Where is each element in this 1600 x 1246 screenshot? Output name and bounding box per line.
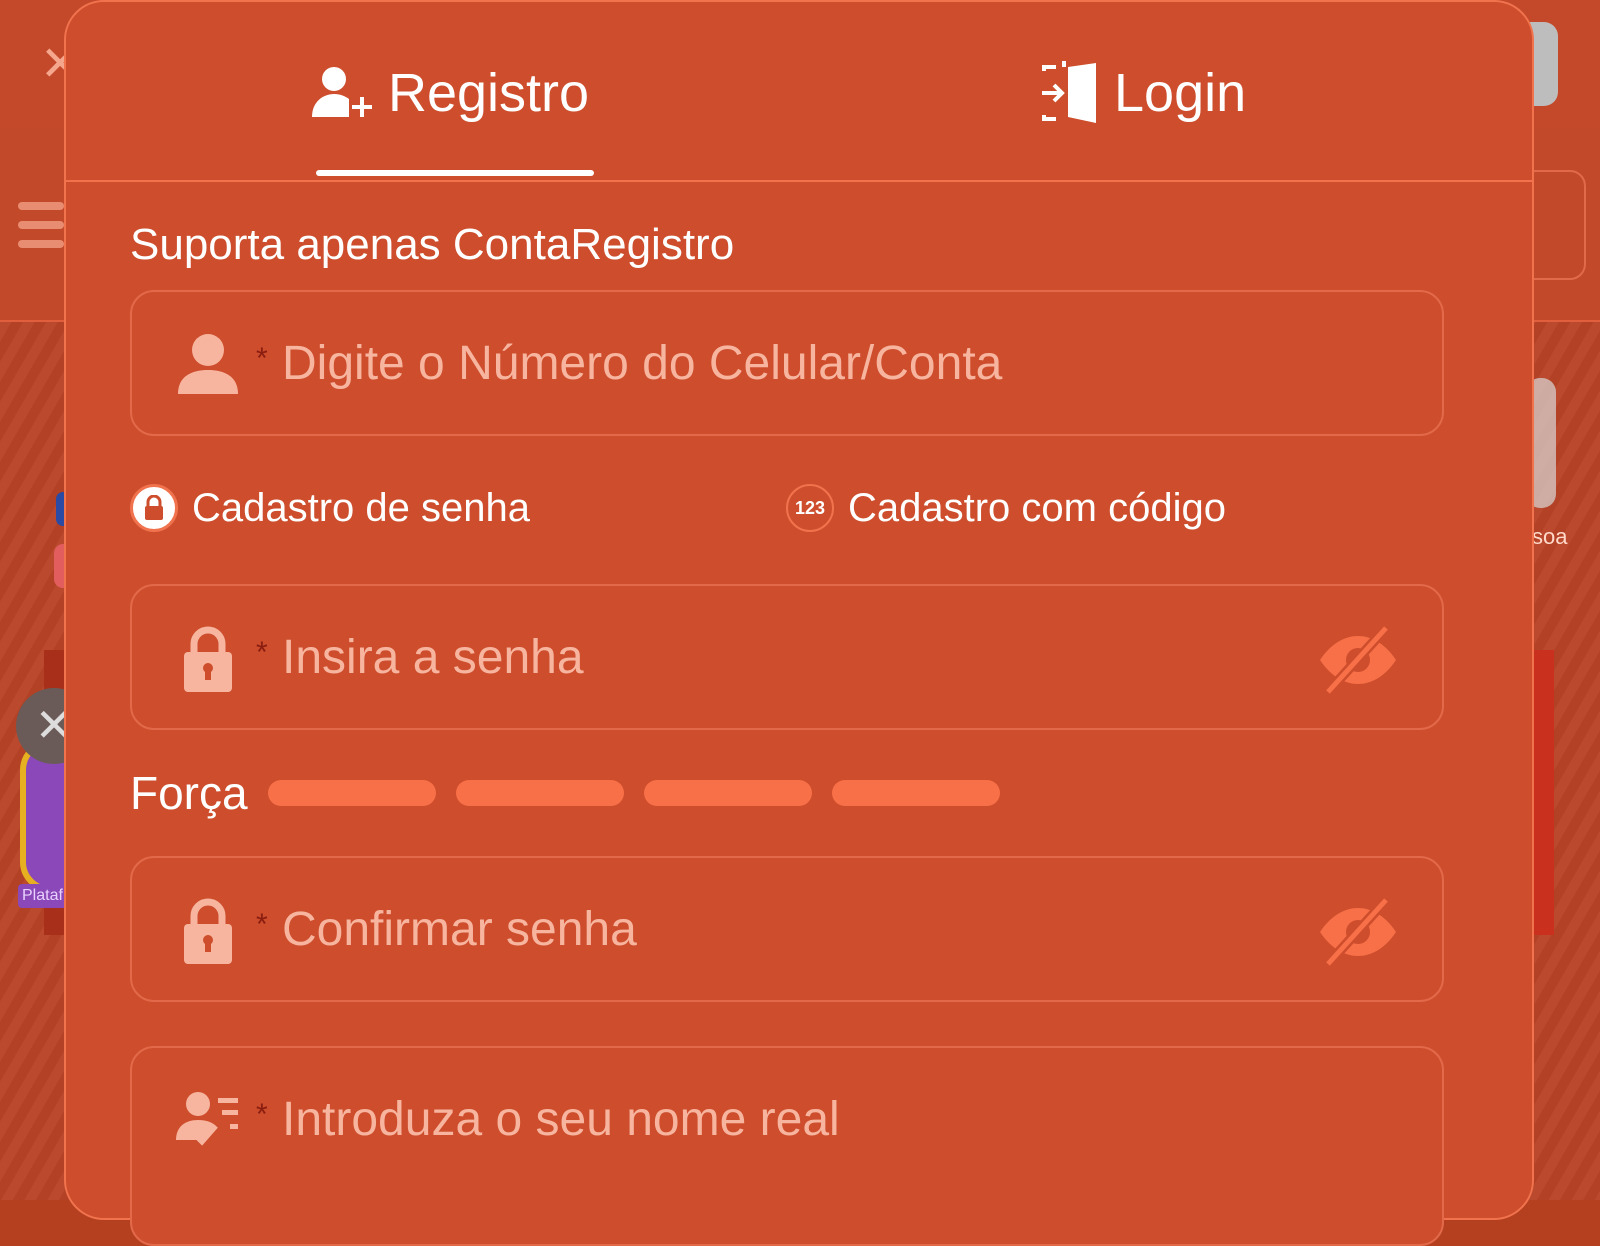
register-modal: Registro Login Suporta apenas ContaRegis… (64, 0, 1534, 1246)
confirm-password-placeholder: Confirmar senha (282, 903, 637, 956)
lock-icon (145, 495, 163, 520)
option-password-register[interactable]: Cadastro de senha (130, 480, 530, 536)
background-tag-right: soa (1532, 524, 1568, 549)
account-field[interactable]: * Digite o Número do Celular/Conta (130, 290, 1444, 436)
radio-unselected[interactable]: 123 (786, 484, 834, 532)
real-name-field[interactable]: * Introduza o seu nome real (130, 1046, 1444, 1246)
active-tab-indicator (316, 170, 594, 176)
real-name-placeholder: Introduza o seu nome real (282, 1093, 840, 1146)
login-door-icon (1042, 61, 1096, 123)
confirm-password-field[interactable]: * Confirmar senha (130, 856, 1444, 1002)
user-icon (178, 334, 238, 394)
eye-off-icon[interactable] (1318, 620, 1398, 700)
id-card-icon (176, 1092, 238, 1146)
required-mark: * (256, 1098, 268, 1131)
background-tag-left: Plataf (18, 884, 67, 908)
option-password-label: Cadastro de senha (192, 485, 531, 530)
tab-registro[interactable]: Registro (310, 48, 589, 138)
option-code-label: Cadastro com código (848, 485, 1226, 530)
strength-label: Força (130, 767, 248, 819)
code-123-icon: 123 (794, 497, 826, 518)
eye-off-icon[interactable] (1318, 892, 1398, 972)
auth-tabs: Registro Login (66, 2, 1532, 182)
menu-icon[interactable] (18, 202, 64, 250)
option-code-register[interactable]: 123 Cadastro com código (786, 480, 1226, 536)
lock-icon (184, 626, 232, 692)
user-plus-icon (312, 67, 372, 117)
tab-login-label: Login (1114, 63, 1247, 123)
required-mark: * (256, 342, 268, 375)
password-placeholder: Insira a senha (282, 631, 584, 684)
strength-bar (268, 780, 436, 806)
lock-icon (184, 898, 232, 964)
section-title: Suporta apenas ContaRegistro (130, 220, 735, 269)
strength-bar (456, 780, 624, 806)
password-field[interactable]: * Insira a senha (130, 584, 1444, 730)
background-game-thumb[interactable] (1532, 650, 1554, 935)
strength-bar (832, 780, 1000, 806)
required-mark: * (256, 908, 268, 941)
tab-registro-label: Registro (388, 63, 590, 123)
required-mark: * (256, 636, 268, 669)
tab-login[interactable]: Login (1040, 48, 1246, 138)
radio-selected[interactable] (130, 484, 178, 532)
strength-bar (644, 780, 812, 806)
account-placeholder: Digite o Número do Celular/Conta (282, 337, 1003, 390)
